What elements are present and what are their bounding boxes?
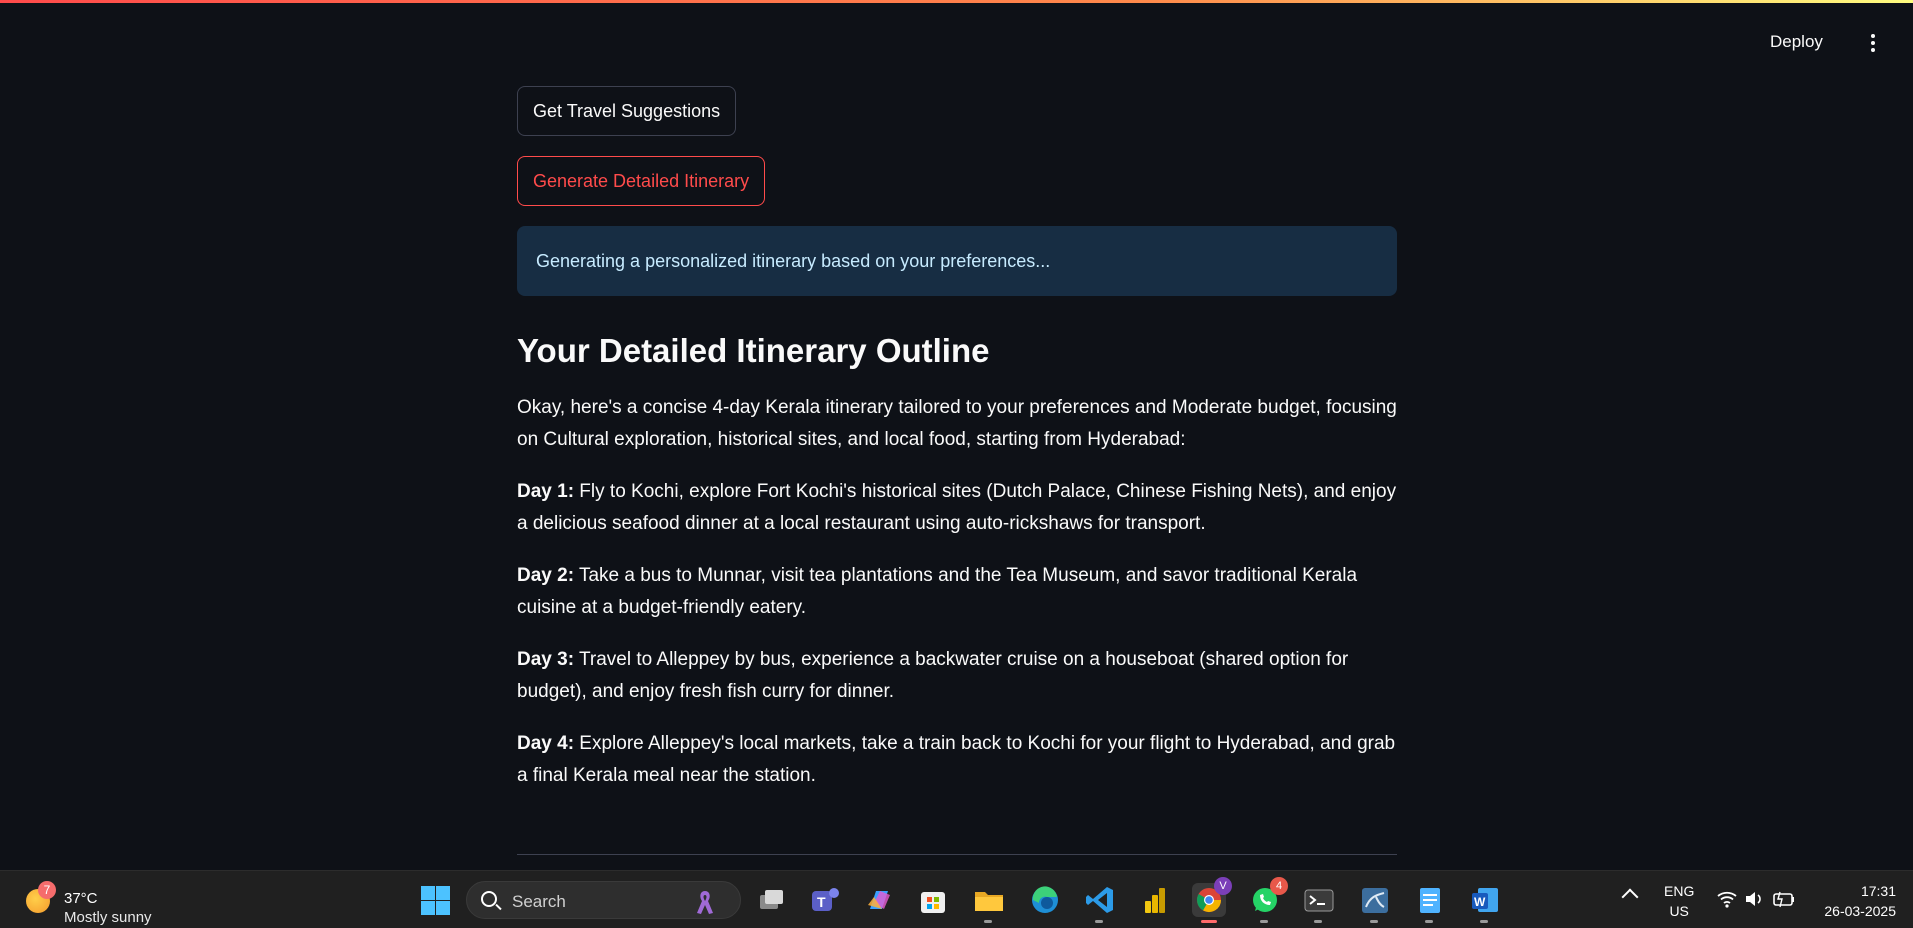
weather-widget[interactable]: 7 37°C Mostly sunny bbox=[22, 881, 182, 926]
windows-start-icon[interactable] bbox=[418, 883, 452, 917]
language-code: ENG bbox=[1664, 883, 1695, 899]
weather-description: Mostly sunny bbox=[64, 909, 152, 926]
running-indicator bbox=[1095, 920, 1103, 923]
itinerary-heading: Your Detailed Itinerary Outline bbox=[517, 332, 990, 369]
running-indicator bbox=[984, 920, 992, 923]
svg-text:W: W bbox=[1474, 895, 1486, 909]
microsoft-store-icon[interactable] bbox=[916, 883, 950, 917]
whatsapp-notification-badge: 4 bbox=[1270, 877, 1288, 895]
day-1-text: Fly to Kochi, explore Fort Kochi's histo… bbox=[517, 481, 1397, 534]
day-2-paragraph: Day 2: Take a bus to Munnar, visit tea p… bbox=[517, 560, 1397, 624]
notepad-icon[interactable] bbox=[1413, 883, 1447, 923]
day-1-paragraph: Day 1: Fly to Kochi, explore Fort Kochi'… bbox=[517, 476, 1397, 540]
itinerary-intro: Okay, here's a concise 4-day Kerala itin… bbox=[517, 397, 1397, 450]
search-icon bbox=[481, 891, 497, 907]
taskbar-search-box[interactable]: Search bbox=[466, 881, 741, 919]
task-view-icon[interactable] bbox=[754, 883, 788, 917]
info-alert: Generating a personalized itinerary base… bbox=[517, 226, 1397, 296]
battery-icon bbox=[1773, 891, 1794, 908]
system-tray-icons[interactable] bbox=[1716, 887, 1798, 911]
main-menu-icon[interactable] bbox=[1865, 34, 1881, 56]
svg-text:T: T bbox=[817, 894, 826, 910]
running-indicator bbox=[1480, 920, 1488, 923]
day-2-label: Day 2: bbox=[517, 565, 575, 586]
file-explorer-icon[interactable] bbox=[972, 883, 1006, 923]
mysql-workbench-icon[interactable] bbox=[1358, 883, 1392, 923]
main-content: Get Travel Suggestions Generate Detailed… bbox=[517, 86, 1397, 855]
system-clock[interactable]: 17:31 26-03-2025 bbox=[1812, 881, 1896, 921]
weather-badge: 7 bbox=[38, 881, 56, 899]
generate-itinerary-button[interactable]: Generate Detailed Itinerary bbox=[517, 156, 766, 206]
day-4-paragraph: Day 4: Explore Alleppey's local markets,… bbox=[517, 728, 1397, 792]
active-indicator bbox=[1201, 920, 1217, 923]
day-3-paragraph: Day 3: Travel to Alleppey by bus, experi… bbox=[517, 644, 1397, 708]
teams-icon[interactable]: T bbox=[808, 883, 842, 917]
chrome-browser-icon[interactable]: V bbox=[1192, 877, 1232, 923]
clock-time: 17:31 bbox=[1860, 883, 1896, 899]
day-3-text: Travel to Alleppey by bus, experience a … bbox=[517, 649, 1349, 702]
region-code: US bbox=[1669, 903, 1689, 919]
running-indicator bbox=[1425, 920, 1433, 923]
day-4-label: Day 4: bbox=[517, 733, 575, 754]
whatsapp-icon[interactable]: 4 bbox=[1248, 877, 1288, 923]
deploy-button[interactable]: Deploy bbox=[1770, 32, 1823, 52]
awareness-ribbon-icon bbox=[697, 891, 713, 914]
day-4-text: Explore Alleppey's local markets, take a… bbox=[517, 733, 1396, 786]
running-indicator bbox=[1260, 920, 1268, 923]
volume-icon bbox=[1746, 892, 1761, 906]
taskbar: 7 37°C Mostly sunny Search T V 4 W ENG U… bbox=[0, 870, 1913, 928]
chrome-profile-badge: V bbox=[1214, 877, 1232, 895]
word-icon[interactable]: W bbox=[1468, 883, 1502, 923]
edge-browser-icon[interactable] bbox=[1028, 883, 1062, 917]
power-bi-icon[interactable] bbox=[1138, 883, 1172, 917]
copilot-icon[interactable] bbox=[862, 883, 896, 917]
terminal-icon[interactable] bbox=[1302, 883, 1336, 923]
get-travel-suggestions-button[interactable]: Get Travel Suggestions bbox=[517, 86, 737, 136]
vscode-icon[interactable] bbox=[1083, 883, 1117, 923]
input-language-indicator[interactable]: ENG US bbox=[1664, 881, 1694, 921]
search-label: Search bbox=[512, 892, 566, 911]
running-indicator bbox=[1370, 920, 1378, 923]
clock-date: 26-03-2025 bbox=[1824, 903, 1896, 919]
day-2-text: Take a bus to Munnar, visit tea plantati… bbox=[517, 565, 1358, 618]
weather-temperature: 37°C bbox=[64, 890, 98, 907]
day-1-label: Day 1: bbox=[517, 481, 575, 502]
day-3-label: Day 3: bbox=[517, 649, 575, 670]
section-divider bbox=[517, 854, 1397, 855]
top-decoration-bar bbox=[0, 0, 1913, 3]
running-indicator bbox=[1314, 920, 1322, 923]
wifi-icon bbox=[1717, 891, 1737, 904]
show-hidden-icons-chevron-icon[interactable] bbox=[1621, 888, 1639, 906]
